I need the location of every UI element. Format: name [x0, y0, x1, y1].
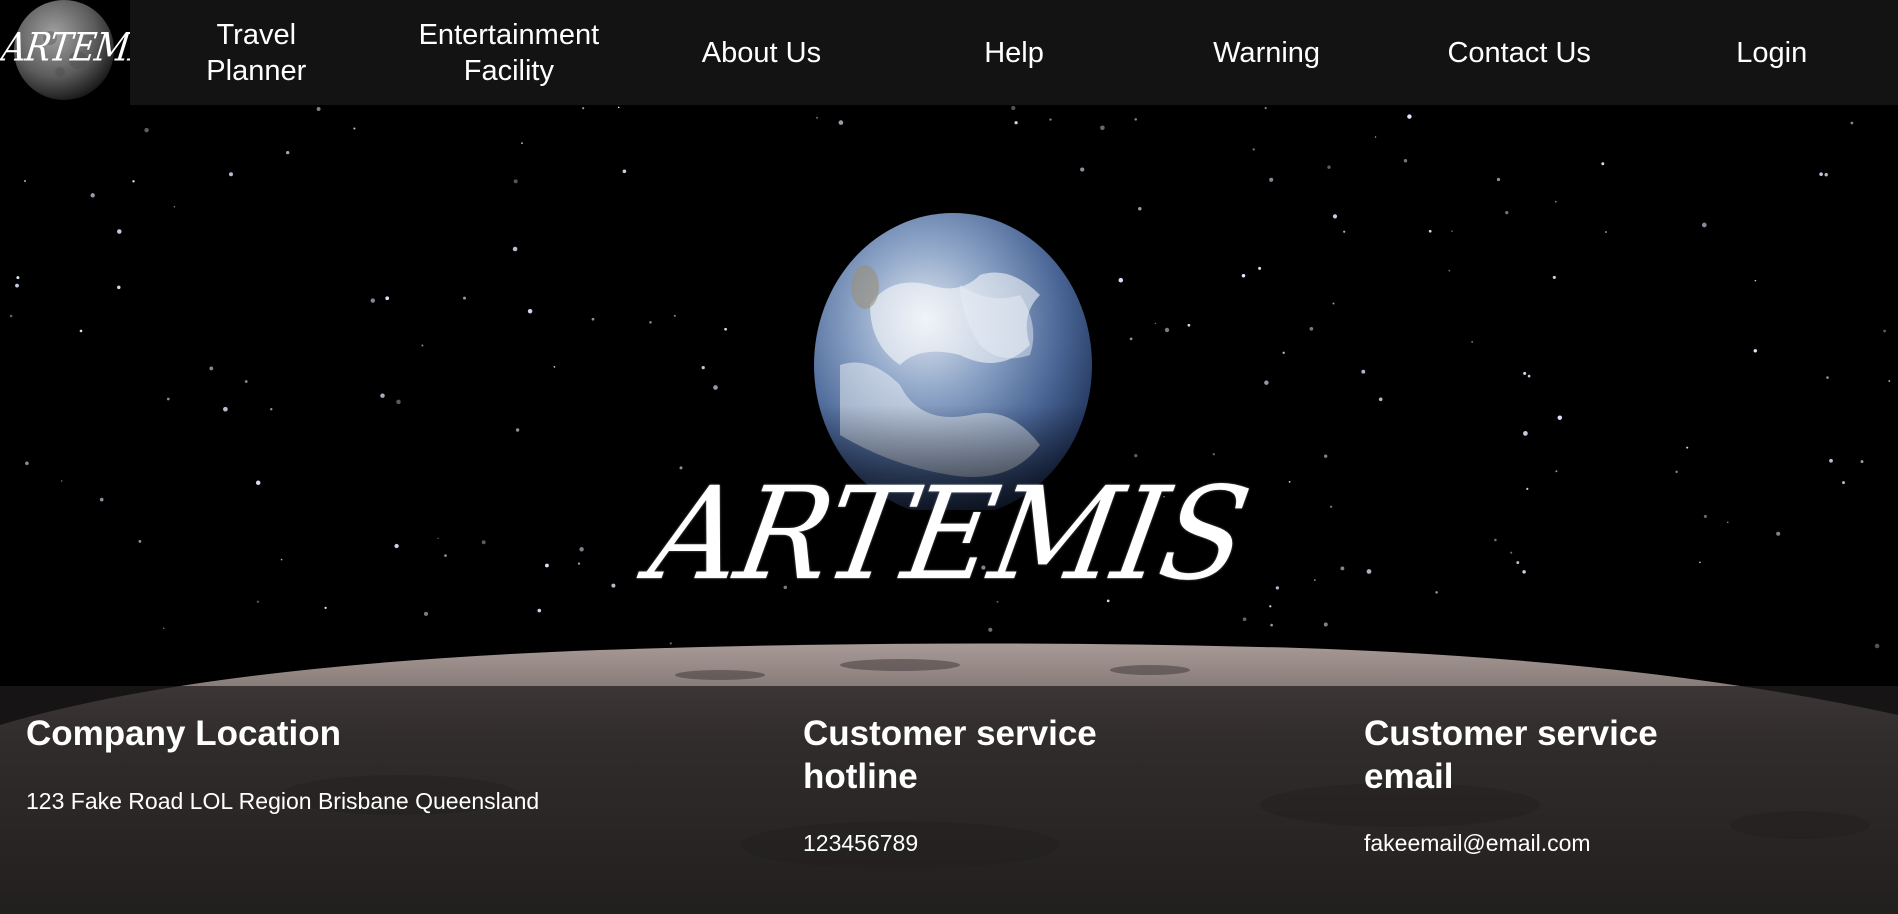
nav-login[interactable]: Login	[1645, 0, 1898, 105]
email-value[interactable]: fakeemail@email.com	[1364, 830, 1591, 857]
nav-about-us[interactable]: About Us	[635, 0, 888, 105]
brand-title: ARTEMIS	[640, 459, 1258, 609]
hotline-value: 123456789	[803, 830, 919, 856]
email-section: Customer service email fakeemail@email.c…	[1364, 712, 1724, 856]
logo[interactable]: ARTEMIS	[0, 0, 130, 105]
hotline-heading: Customer service hotline	[803, 714, 1097, 796]
nav-warning[interactable]: Warning	[1140, 0, 1393, 105]
nav-help[interactable]: Help	[888, 0, 1141, 105]
company-location-value: 123 Fake Road LOL Region Brisbane Queens…	[26, 788, 540, 814]
hotline-section: Customer service hotline 123456789	[803, 712, 1163, 856]
nav-contact-us[interactable]: Contact Us	[1393, 0, 1646, 105]
nav-menu: Travel Planner Entertainment Facility Ab…	[130, 0, 1898, 105]
nav-entertainment-facility[interactable]: Entertainment Facility	[383, 0, 636, 105]
nav-travel-planner[interactable]: Travel Planner	[130, 0, 383, 105]
company-location-heading: Company Location	[26, 714, 342, 753]
top-nav: ARTEMIS Travel Planner Entertainment Fac…	[0, 0, 1898, 105]
email-heading: Customer service email	[1364, 714, 1658, 796]
footer: Company Location 123 Fake Road LOL Regio…	[0, 686, 1898, 914]
logo-text: ARTEMIS	[0, 25, 130, 71]
company-location-section: Company Location 123 Fake Road LOL Regio…	[26, 712, 626, 814]
